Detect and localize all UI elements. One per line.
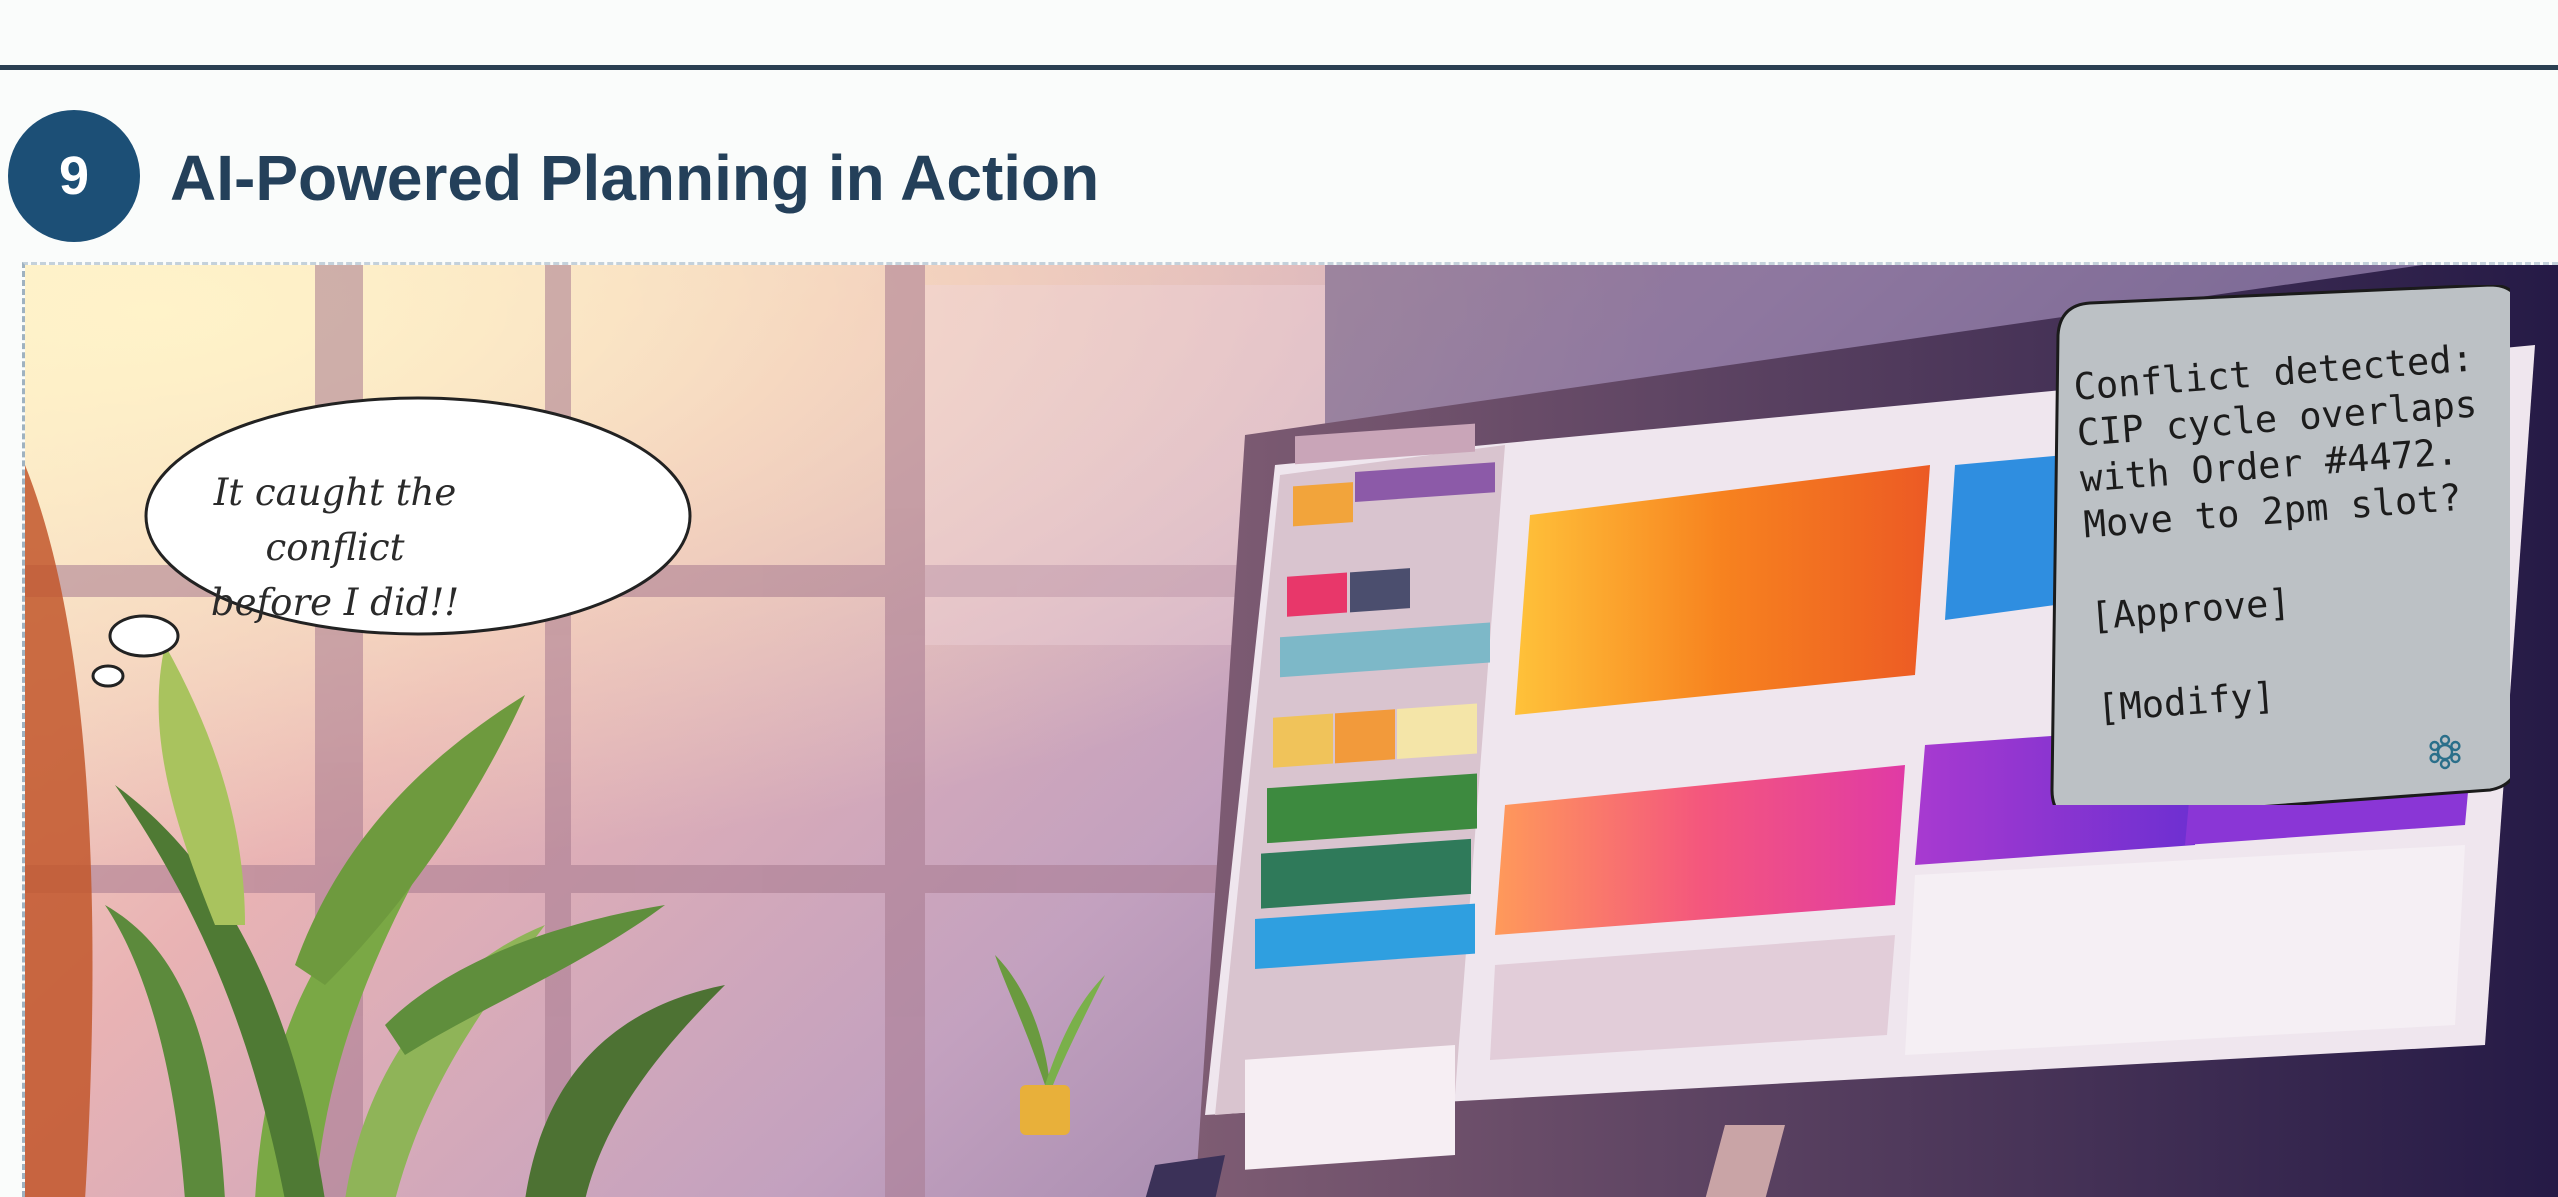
thought-line-2: before I did!! xyxy=(210,581,460,624)
slide-title: AI-Powered Planning in Action xyxy=(170,142,1100,214)
thought-line-1: It caught the conflict xyxy=(213,471,457,569)
slide-number-badge: 9 xyxy=(8,110,140,242)
thought-bubble-text: It caught the conflict before I did!! xyxy=(165,465,505,630)
conflict-notification-text: Conflict detected: CIP cycle overlaps wi… xyxy=(2072,336,2499,732)
gear-icon[interactable] xyxy=(2425,732,2465,772)
header-rule xyxy=(0,65,2558,70)
